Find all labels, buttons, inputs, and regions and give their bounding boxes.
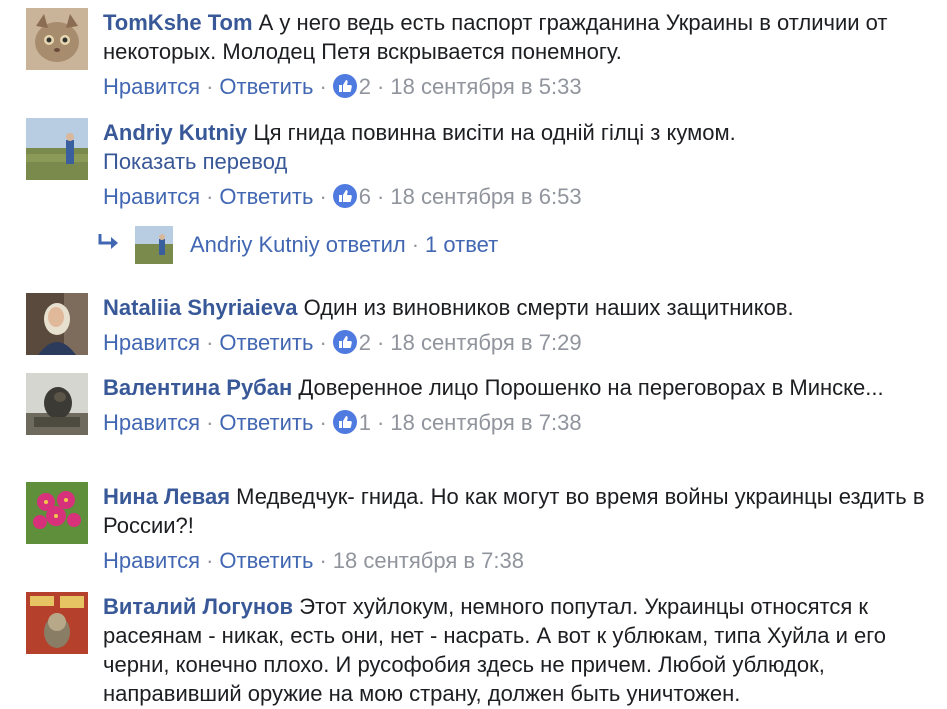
separator: · <box>377 410 385 435</box>
comment-message: Один из виновников смерти наших защитник… <box>297 295 794 320</box>
separator: · <box>377 74 385 99</box>
reply-link[interactable]: Ответить <box>219 548 313 573</box>
comment-message: Доверенное лицо Порошенко на переговорах… <box>292 375 884 400</box>
like-count[interactable]: 2 <box>359 74 371 99</box>
like-link[interactable]: Нравится <box>103 330 200 355</box>
comment-text: Валентина Рубан Доверенное лицо Порошенк… <box>103 373 941 402</box>
like-link[interactable]: Нравится <box>103 184 200 209</box>
comment-author[interactable]: Валентина Рубан <box>103 375 292 400</box>
reply-link[interactable]: Ответить <box>219 330 313 355</box>
separator: · <box>377 330 385 355</box>
timestamp[interactable]: 18 сентября в 7:38 <box>333 548 524 573</box>
separator: · <box>206 548 214 573</box>
separator: · <box>206 184 214 209</box>
separator: · <box>411 232 420 257</box>
reply-link[interactable]: Ответить <box>219 410 313 435</box>
comment-author[interactable]: Нина Левая <box>103 484 230 509</box>
like-count[interactable]: 6 <box>359 184 371 209</box>
reply-arrow-icon <box>97 231 121 261</box>
comment-actions: Нравится · Ответить · 2 · 18 сентября в 5:33 <box>103 72 941 102</box>
comment-text: Nataliia Shyriaieva Один из виновников с… <box>103 293 941 322</box>
avatar[interactable] <box>26 118 88 180</box>
comment-author[interactable]: Nataliia Shyriaieva <box>103 295 297 320</box>
avatar[interactable] <box>26 482 88 544</box>
comment-text: Виталий Логунов Этот хуйлокум, немного п… <box>103 592 941 708</box>
avatar[interactable] <box>26 8 88 70</box>
like-link[interactable]: Нравится <box>103 548 200 573</box>
reply-count[interactable]: 1 ответ <box>425 232 498 257</box>
thumbs-up-icon[interactable] <box>332 410 357 434</box>
comment-actions: Нравится · Ответить · 18 сентября в 7:38 <box>103 546 941 576</box>
comment-author[interactable]: TomKshe Tom <box>103 10 253 35</box>
separator: · <box>319 548 327 573</box>
like-link[interactable]: Нравится <box>103 410 200 435</box>
comment-author[interactable]: Andriy Kutniy <box>103 120 247 145</box>
timestamp[interactable]: 18 сентября в 7:29 <box>390 330 581 355</box>
reply-link[interactable]: Ответить <box>219 74 313 99</box>
timestamp[interactable]: 18 сентября в 5:33 <box>390 74 581 99</box>
comment-text: TomKshe Tom А у него ведь есть паспорт г… <box>103 8 941 66</box>
timestamp[interactable]: 18 сентября в 6:53 <box>390 184 581 209</box>
thumbs-up-icon[interactable] <box>332 330 357 354</box>
show-translation-link[interactable]: Показать перевод <box>103 147 941 176</box>
separator: · <box>206 74 214 99</box>
separator: · <box>319 410 327 435</box>
separator: · <box>319 184 327 209</box>
avatar[interactable] <box>26 373 88 435</box>
comment-actions: Нравится · Ответить · 6 · 18 сентября в 6:53 <box>103 182 941 212</box>
timestamp[interactable]: 18 сентября в 7:38 <box>390 410 581 435</box>
separator: · <box>319 74 327 99</box>
separator: · <box>377 184 385 209</box>
replies-text[interactable]: Andriy Kutniy ответил · 1 ответ <box>190 230 498 260</box>
separator: · <box>206 410 214 435</box>
comment-text: Andriy Kutniy Ця гнида повинна висіти на… <box>103 118 941 147</box>
avatar[interactable] <box>135 226 173 264</box>
like-count[interactable]: 1 <box>359 410 371 435</box>
separator: · <box>319 330 327 355</box>
comment-actions: Нравится · Ответить · 1 · 18 сентября в 7:38 <box>103 408 941 438</box>
like-link[interactable]: Нравится <box>103 74 200 99</box>
avatar[interactable] <box>26 592 88 654</box>
thumbs-up-icon[interactable] <box>332 74 357 98</box>
comment-text: Нина Левая Медведчук- гнида. Но как могу… <box>103 482 941 540</box>
thumbs-up-icon[interactable] <box>332 184 357 208</box>
comment-actions: Нравится · Ответить · 2 · 18 сентября в 7:29 <box>103 328 941 358</box>
like-count[interactable]: 2 <box>359 330 371 355</box>
comment-author[interactable]: Виталий Логунов <box>103 594 293 619</box>
avatar[interactable] <box>26 293 88 355</box>
separator: · <box>206 330 214 355</box>
replied-by[interactable]: Andriy Kutniy ответил <box>190 232 406 257</box>
reply-link[interactable]: Ответить <box>219 184 313 209</box>
comment-message: Ця гнида повинна висіти на одній гілці з… <box>247 120 736 145</box>
